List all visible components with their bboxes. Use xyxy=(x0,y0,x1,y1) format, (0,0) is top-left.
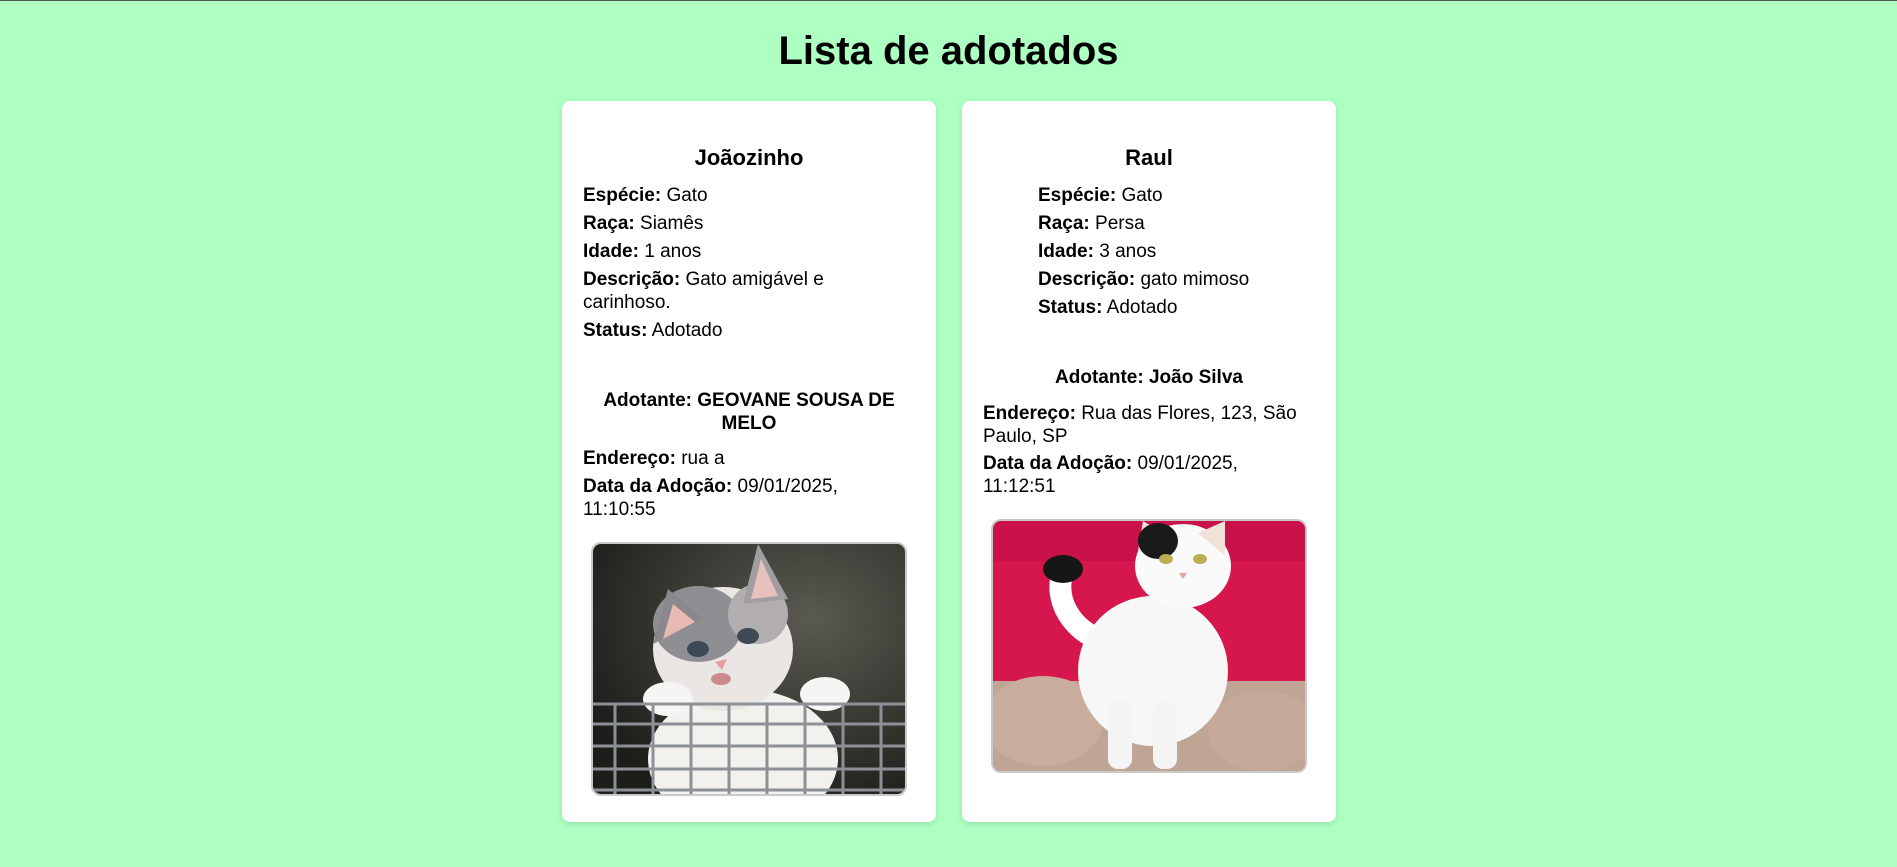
breed-label: Raça: xyxy=(583,213,635,234)
age-label: Idade: xyxy=(583,241,639,262)
address-row: Endereço: rua a xyxy=(583,447,725,470)
age-label: Idade: xyxy=(1038,241,1094,262)
address-row: Endereço: Rua das Flores, 123, São Paulo… xyxy=(983,402,1323,448)
adopter-label: Adotante: xyxy=(603,390,692,411)
breed-value: Persa xyxy=(1095,213,1145,234)
pet-photo xyxy=(991,519,1307,773)
adoption-date-label: Data da Adoção: xyxy=(583,476,733,497)
age-row: Idade: 3 anos xyxy=(1038,240,1156,263)
description-label: Descrição: xyxy=(583,269,681,290)
status-label: Status: xyxy=(583,320,648,341)
adopter-name: GEOVANE SOUSA DE MELO xyxy=(697,390,895,434)
adopter-heading: Adotante: GEOVANE SOUSA DE MELO xyxy=(583,389,915,435)
description-row: Descrição: gato mimoso xyxy=(1038,268,1249,291)
address-label: Endereço: xyxy=(583,448,676,469)
age-value: 3 anos xyxy=(1099,241,1157,262)
description-row: Descrição: Gato amigável e carinhoso. xyxy=(583,268,883,314)
breed-label: Raça: xyxy=(1038,213,1090,234)
species-value: Gato xyxy=(1121,185,1163,206)
address-label: Endereço: xyxy=(983,403,1076,424)
age-row: Idade: 1 anos xyxy=(583,240,701,263)
adoption-date-row: Data da Adoção: 09/01/2025, 11:10:55 xyxy=(583,475,873,521)
description-label: Descrição: xyxy=(1038,269,1136,290)
breed-value: Siamês xyxy=(640,213,704,234)
kitten-photo-image xyxy=(593,544,905,794)
adopter-name: João Silva xyxy=(1148,367,1243,388)
status-row: Status: Adotado xyxy=(583,319,722,342)
page-title: Lista de adotados xyxy=(778,29,1119,73)
adoption-card: Joãozinho Espécie: Gato Raça: Siamês Ida… xyxy=(562,101,936,822)
breed-row: Raça: Persa xyxy=(1038,212,1145,235)
adoption-date-label: Data da Adoção: xyxy=(983,453,1133,474)
status-value: Adotado xyxy=(651,320,723,341)
status-row: Status: Adotado xyxy=(1038,296,1177,319)
breed-row: Raça: Siamês xyxy=(583,212,703,235)
cat-photo-image xyxy=(993,521,1305,771)
age-value: 1 anos xyxy=(644,241,702,262)
species-row: Espécie: Gato xyxy=(1038,184,1163,207)
status-label: Status: xyxy=(1038,297,1103,318)
pet-photo xyxy=(591,542,907,796)
status-value: Adotado xyxy=(1106,297,1178,318)
species-row: Espécie: Gato xyxy=(583,184,708,207)
description-value: gato mimoso xyxy=(1140,269,1250,290)
address-value: rua a xyxy=(681,448,725,469)
adopter-label: Adotante: xyxy=(1055,367,1144,388)
pet-name: Raul xyxy=(1125,145,1173,170)
adoption-card: Raul Espécie: Gato Raça: Persa Idade: 3 … xyxy=(962,101,1336,822)
species-value: Gato xyxy=(666,185,708,206)
species-label: Espécie: xyxy=(583,185,662,206)
adoption-date-row: Data da Adoção: 09/01/2025, 11:12:51 xyxy=(983,452,1273,498)
pet-name: Joãozinho xyxy=(694,145,804,170)
species-label: Espécie: xyxy=(1038,185,1117,206)
adopter-heading: Adotante: João Silva xyxy=(983,366,1315,389)
